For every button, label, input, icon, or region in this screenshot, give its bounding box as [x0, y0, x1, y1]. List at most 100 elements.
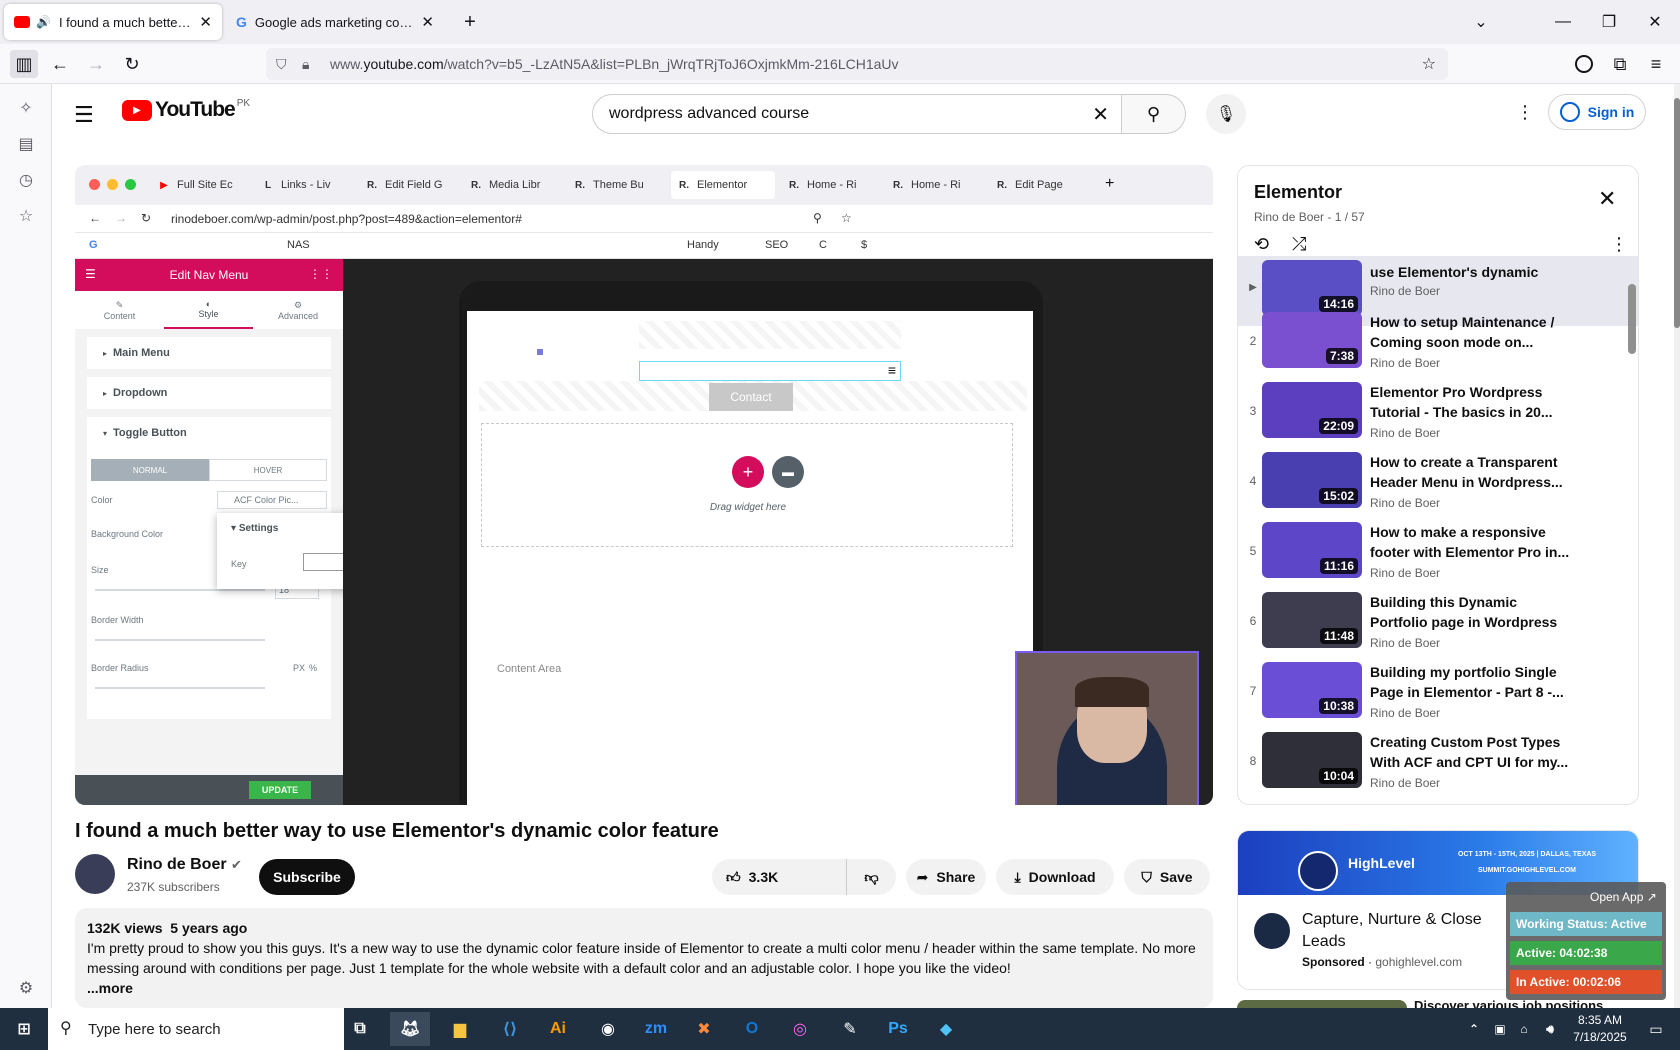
taskbar-search-input[interactable]: ⚲ Type here to search — [48, 1008, 344, 1050]
search-button[interactable]: ⚲ — [1122, 94, 1186, 134]
windows-start-icon[interactable]: ⊞ — [4, 1012, 44, 1046]
playlist-items: ▶ 14:16 use Elementor's dynamic col... R… — [1238, 256, 1638, 804]
like-button[interactable]: 👍︎ 3.3K — [712, 859, 846, 895]
address-bar[interactable]: ⛉ 🔒︎ www.youtube.com/watch?v=b5_-LzAtN5A… — [266, 48, 1448, 80]
video-player[interactable]: ▶ Full Site Ec L Links - Liv R. Edit Field … — [75, 165, 1213, 805]
history-clock-icon[interactable]: ◷ — [14, 168, 38, 192]
browser-tab-youtube[interactable]: 🔊 I found a much better way to use ✕ — [4, 4, 222, 40]
close-tab-icon[interactable]: ✕ — [421, 13, 434, 31]
restore-icon[interactable]: ❐ — [1586, 0, 1632, 44]
clear-search-icon[interactable]: ✕ — [1092, 102, 1109, 127]
notifications-icon[interactable]: ▭ — [1636, 1012, 1676, 1046]
audio-playing-icon[interactable]: 🔊 — [36, 15, 51, 29]
elementor-tab-advanced: ⚙ Advanced — [253, 291, 343, 329]
ad-banner-dates: OCT 13TH - 15TH, 2025 | DALLAS, TEXAS — [1458, 851, 1597, 858]
xampp-icon[interactable]: ✖ — [684, 1012, 724, 1046]
close-window-icon[interactable]: ✕ — [1632, 0, 1678, 44]
outlook-icon[interactable]: O — [732, 1012, 772, 1046]
taskbar-search-placeholder: Type here to search — [88, 1020, 221, 1038]
open-app-link[interactable]: Open App ↗ — [1590, 890, 1657, 904]
update-button: UPDATE — [249, 781, 311, 799]
playlist-thumbnail: 15:02 — [1262, 452, 1362, 508]
playlist-thumbnail: 10:38 — [1262, 662, 1362, 718]
more-options-vertical-icon[interactable]: ⋮ — [1516, 102, 1534, 123]
firefox-taskbar-icon[interactable]: 🦊︎ — [390, 1012, 430, 1046]
video-google-icon: G — [89, 239, 98, 251]
dislike-button[interactable]: 👎︎ — [846, 859, 896, 895]
illustrator-icon[interactable]: Ai — [538, 1012, 578, 1046]
close-playlist-icon[interactable]: ✕ — [1598, 186, 1616, 212]
playlist-scroll-thumb[interactable] — [1628, 284, 1636, 354]
extensions-puzzle-icon[interactable]: ⧉ — [1606, 50, 1634, 78]
page-scroll-thumb[interactable] — [1674, 98, 1680, 328]
chrome-icon[interactable]: ◉ — [588, 1012, 628, 1046]
playlist-scrollbar[interactable] — [1626, 262, 1636, 802]
playlist-item[interactable]: 8 10:04 Creating Custom Post Types With … — [1238, 728, 1638, 798]
subscriber-count: 237K subscribers — [127, 880, 220, 894]
save-button[interactable]: ⛉ Save — [1124, 859, 1210, 895]
content-area-label: Content Area — [497, 663, 562, 675]
minimize-icon[interactable]: — — [1540, 0, 1586, 44]
shield-icon[interactable]: ⛉ — [276, 56, 292, 73]
playlist-more-icon[interactable]: ⋮ — [1610, 234, 1628, 255]
sidebar-toggle-icon[interactable]: ▥ — [10, 50, 38, 78]
ad-headline[interactable]: Capture, Nurture & Close Leads — [1302, 909, 1522, 953]
channel-avatar[interactable] — [75, 854, 115, 894]
playlist-panel: Elementor Rino de Boer - 1 / 57 ✕ ⟲ ⤮ ⋮ … — [1237, 165, 1639, 805]
menu-hamburger-icon[interactable]: ≡ — [1642, 50, 1670, 78]
browser-tab-bar: 🔊 I found a much better way to use ✕ G G… — [0, 0, 1680, 44]
voice-search-mic-icon[interactable]: 🎙︎ — [1206, 94, 1246, 134]
youtube-page: ☰ ▶ YouTube PK wordpress advanced course… — [52, 84, 1680, 1008]
creative-cloud-icon[interactable]: ◎ — [780, 1012, 820, 1046]
page-scrollbar[interactable] — [1674, 84, 1680, 1008]
share-button[interactable]: ➦ Share — [906, 859, 986, 895]
video-tab: L Links - Liv — [264, 179, 331, 191]
state-hover-tab: HOVER — [209, 459, 327, 481]
photoshop-icon[interactable]: Ps — [878, 1012, 918, 1046]
playlist-item[interactable]: 5 11:16 How to make a responsive footer … — [1238, 518, 1638, 588]
guide-menu-icon[interactable]: ☰ — [74, 102, 94, 128]
search-input[interactable]: wordpress advanced course ✕ — [592, 94, 1122, 134]
ai-sparkle-icon[interactable]: ✧ — [14, 96, 38, 120]
sign-in-button[interactable]: Sign in — [1548, 94, 1646, 130]
presenter-hair — [1075, 677, 1149, 707]
back-arrow-icon[interactable]: ← — [46, 50, 74, 78]
browser-tab-google-ads[interactable]: G Google ads marketing consultant ✕ — [226, 4, 444, 40]
settings-gear-icon[interactable]: ⚙ — [14, 976, 38, 1000]
loop-icon[interactable]: ⟲ — [1254, 234, 1269, 255]
bookmarks-star-icon[interactable]: ☆ — [14, 204, 38, 228]
new-tab-icon[interactable]: + — [446, 0, 494, 44]
taskbar-clock[interactable]: 8:35 AM 7/18/2025 — [1568, 1012, 1632, 1046]
playlist-item[interactable]: 4 15:02 How to create a Transparent Head… — [1238, 448, 1638, 518]
close-tab-icon[interactable]: ✕ — [199, 13, 212, 31]
forward-arrow-icon[interactable]: → — [82, 50, 110, 78]
shuffle-icon[interactable]: ⤮ — [1292, 234, 1306, 255]
playlist-item[interactable]: 7 10:38 Building my portfolio Single Pag… — [1238, 658, 1638, 728]
next-item-thumbnail[interactable] — [1237, 1000, 1407, 1008]
task-view-icon[interactable]: ⧉ — [340, 1012, 380, 1046]
lock-icon[interactable]: 🔒︎ — [302, 56, 318, 73]
reload-icon[interactable]: ↻ — [118, 50, 146, 78]
download-button[interactable]: ⤓ Download — [996, 859, 1114, 895]
playlist-item[interactable]: 3 22:09 Elementor Pro Wordpress Tutorial… — [1238, 378, 1638, 448]
acf-color-dynamic-tag: ACF Color Pic... — [217, 491, 327, 509]
youtube-logo[interactable]: ▶ YouTube PK — [122, 98, 250, 122]
youtube-favicon-icon — [14, 16, 30, 28]
playlist-item[interactable]: 6 11:48 Building this Dynamic Portfolio … — [1238, 588, 1638, 658]
vscode-icon[interactable]: ⟨⟩ — [490, 1012, 530, 1046]
channel-name[interactable]: Rino de Boer ✔ — [127, 856, 242, 874]
subscribe-button[interactable]: Subscribe — [259, 859, 355, 895]
bookmark-star-icon[interactable]: ☆ — [1422, 54, 1436, 74]
app-diamond-icon[interactable]: ◆ — [926, 1012, 966, 1046]
file-explorer-icon[interactable]: ▆ — [440, 1012, 480, 1046]
volume-icon[interactable]: 🔊︎ — [1530, 1012, 1570, 1046]
zoom-icon[interactable]: zm — [636, 1012, 676, 1046]
playlist-title[interactable]: Elementor — [1254, 182, 1342, 203]
description-box[interactable]: 132K views 5 years ago I'm pretty proud … — [75, 908, 1213, 1008]
playlist-item[interactable]: 2 7:38 How to setup Maintenance / Coming… — [1238, 308, 1638, 378]
account-icon[interactable] — [1570, 50, 1598, 78]
pen-tool-icon[interactable]: ✎ — [830, 1012, 870, 1046]
synced-tabs-icon[interactable]: ▤ — [14, 132, 38, 156]
show-more-link[interactable]: ...more — [87, 978, 1201, 998]
list-tabs-chevron-down-icon[interactable]: ⌄ — [1458, 0, 1504, 44]
